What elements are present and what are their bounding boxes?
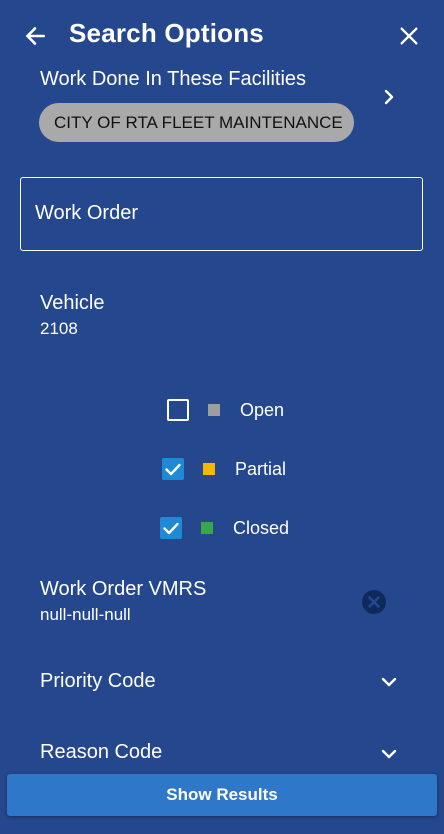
reason-code-dropdown[interactable]: Reason Code [40, 741, 162, 764]
partial-color-swatch [203, 463, 215, 475]
open-color-swatch [208, 404, 220, 416]
status-filter-partial[interactable]: Partial [160, 456, 310, 482]
work-order-label: Work Order [35, 202, 138, 224]
status-filter-closed[interactable]: Closed [158, 515, 308, 541]
vehicle-value: 2108 [40, 319, 78, 338]
priority-code-dropdown[interactable]: Priority Code [40, 670, 156, 693]
facility-chip[interactable]: CITY OF RTA FLEET MAINTENANCE [39, 103, 354, 142]
show-results-button[interactable]: Show Results [7, 774, 437, 816]
chevron-down-icon[interactable] [380, 748, 398, 760]
facilities-label[interactable]: Work Done In These Facilities [40, 68, 306, 91]
clear-icon[interactable] [362, 590, 386, 614]
status-filter-open[interactable]: Open [160, 397, 300, 423]
chevron-right-icon[interactable] [381, 88, 397, 106]
partial-checkbox[interactable] [162, 458, 184, 480]
check-icon [165, 463, 181, 476]
vehicle-label: Vehicle [40, 292, 105, 314]
back-arrow-icon[interactable] [22, 23, 48, 49]
closed-label: Closed [233, 518, 290, 538]
open-checkbox[interactable] [167, 399, 189, 421]
page-title: Search Options [69, 18, 264, 48]
header-bar: Search Options [0, 0, 444, 68]
close-icon[interactable] [398, 25, 420, 47]
closed-color-swatch [201, 522, 213, 534]
closed-checkbox[interactable] [160, 517, 182, 539]
check-icon [163, 522, 179, 535]
partial-label: Partial [235, 459, 287, 479]
vmrs-value: null-null-null [40, 605, 131, 624]
work-order-field[interactable]: Work Order [20, 177, 423, 251]
open-label: Open [240, 400, 285, 420]
vmrs-label[interactable]: Work Order VMRS [40, 578, 206, 601]
chevron-down-icon[interactable] [380, 676, 398, 688]
